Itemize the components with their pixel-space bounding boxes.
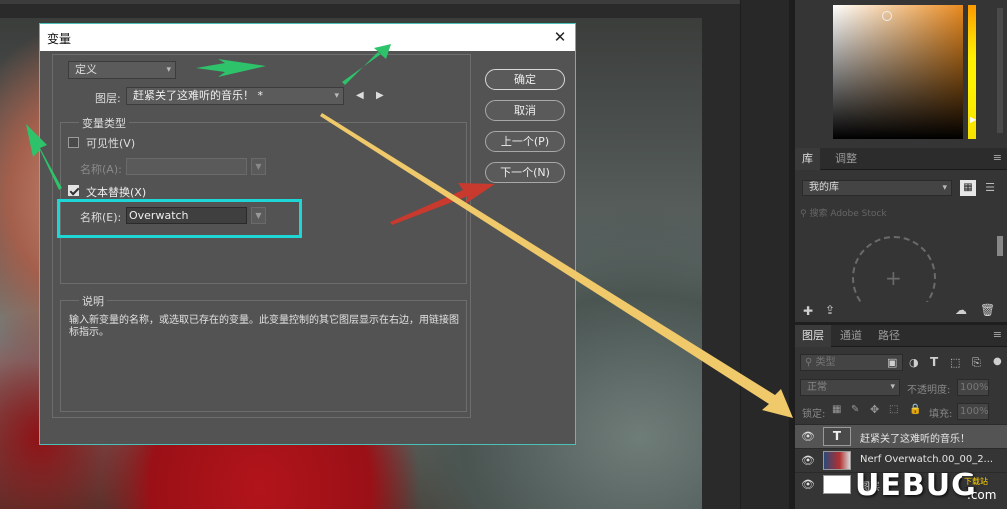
- description-text: 输入新变量的名称，或选取已存在的变量。此变量控制的其它图层显示在右边，用链接图标…: [69, 315, 459, 338]
- fill-input[interactable]: 100%: [957, 403, 989, 420]
- color-picker-cursor[interactable]: [882, 11, 892, 21]
- search-icon: ⚲: [805, 357, 816, 368]
- layer-name[interactable]: 赶紧关了这难听的音乐！: [860, 430, 970, 445]
- define-select[interactable]: 定义 ▾: [68, 61, 176, 79]
- dialog-title: 变量: [47, 32, 72, 46]
- delete-icon[interactable]: 🗑: [980, 303, 995, 317]
- add-icon[interactable]: +: [885, 266, 902, 290]
- fill-label: 填充:: [929, 409, 953, 420]
- next-button[interactable]: 下一个(N): [485, 162, 565, 183]
- cancel-button[interactable]: 取消: [485, 100, 565, 121]
- chevron-down-icon: ▾: [166, 65, 171, 75]
- list-view-icon[interactable]: ☰: [982, 180, 998, 196]
- panel-menu-icon[interactable]: ≡: [993, 328, 1002, 341]
- library-select-value: 我的库: [809, 182, 839, 193]
- name-a-input[interactable]: [126, 158, 247, 175]
- layer-name[interactable]: Nerf Overwatch.00_00_2...: [860, 454, 993, 465]
- tab-adjustments[interactable]: 调整: [828, 148, 864, 170]
- chevron-down-icon: ▾: [890, 382, 895, 392]
- previous-layer-arrow-icon[interactable]: ◀: [356, 90, 364, 101]
- previous-button[interactable]: 上一个(P): [485, 131, 565, 152]
- grid-view-icon[interactable]: ▦: [960, 180, 976, 196]
- library-search-placeholder: 搜索 Adobe Stock: [809, 209, 887, 219]
- opacity-label: 不透明度:: [907, 385, 951, 396]
- color-picker-field[interactable]: [833, 5, 963, 139]
- name-a-label: 名称(A):: [80, 163, 122, 176]
- library-select[interactable]: 我的库 ▾: [802, 180, 952, 196]
- variables-dialog: 变量 ✕ 定义 ▾ 图层: 赶紧关了这难听的音乐！ * ▾ ◀ ▶ 变量类型 可…: [39, 23, 576, 445]
- kind-filter-value: 类型: [815, 357, 836, 368]
- lock-transparent-icon[interactable]: ▦: [832, 404, 841, 415]
- layer-select-value: 赶紧关了这难听的音乐！ *: [133, 89, 263, 102]
- layer-select[interactable]: 赶紧关了这难听的音乐！ * ▾: [126, 87, 344, 105]
- smart-object-filter-icon[interactable]: ⎘: [972, 356, 981, 370]
- lock-image-icon[interactable]: ✎: [851, 404, 859, 415]
- shape-filter-icon[interactable]: ⬚: [950, 356, 960, 369]
- layer-label: 图层:: [95, 92, 121, 105]
- canvas-top-strip: [0, 0, 740, 4]
- blend-mode-value: 正常: [807, 382, 827, 393]
- tab-channels[interactable]: 通道: [833, 325, 869, 347]
- lock-label: 锁定:: [802, 409, 826, 420]
- next-layer-arrow-icon[interactable]: ▶: [376, 90, 384, 101]
- layer-thumbnail: [823, 451, 851, 470]
- dialog-titlebar: 变量 ✕: [40, 24, 575, 51]
- filter-toggle-icon[interactable]: ●: [993, 356, 1002, 367]
- type-filter-icon[interactable]: T: [930, 355, 938, 369]
- library-search[interactable]: ⚲ 搜索 Adobe Stock: [800, 206, 1004, 220]
- photoshop-window: 变量 ✕ 定义 ▾ 图层: 赶紧关了这难听的音乐！ * ▾ ◀ ▶ 变量类型 可…: [0, 0, 1007, 509]
- text-replace-label[interactable]: 文本替换(X): [86, 184, 146, 200]
- library-scrollbar[interactable]: [997, 236, 1003, 256]
- upload-icon[interactable]: ⇪: [825, 303, 835, 317]
- layer-thumbnail: [823, 475, 851, 494]
- color-panel-scrollbar[interactable]: [997, 8, 1003, 133]
- cloud-sync-icon[interactable]: ☁: [955, 303, 967, 317]
- chevron-down-icon: ▾: [942, 183, 947, 193]
- library-footer: ✚ ⇪ ☁ 🗑: [795, 302, 1007, 322]
- eye-icon[interactable]: 👁: [801, 454, 815, 467]
- define-select-value: 定义: [75, 63, 97, 76]
- lock-all-icon[interactable]: 🔒: [909, 404, 921, 415]
- eye-icon[interactable]: 👁: [801, 430, 815, 443]
- description-legend: 说明: [79, 293, 107, 309]
- adjustment-filter-icon[interactable]: ◑: [909, 356, 919, 369]
- hue-slider-marker-icon[interactable]: ▶: [970, 115, 976, 124]
- panel-menu-icon[interactable]: ≡: [993, 151, 1002, 164]
- tab-library[interactable]: 库: [795, 148, 820, 170]
- panel-dock-strip: [741, 0, 789, 509]
- ok-button[interactable]: 确定: [485, 69, 565, 90]
- add-icon[interactable]: ✚: [803, 304, 813, 318]
- lock-artboard-icon[interactable]: ⬚: [889, 404, 898, 415]
- text-replace-checkbox[interactable]: [68, 185, 79, 196]
- watermark-domain: .com: [967, 488, 997, 502]
- chevron-down-icon: ▾: [334, 91, 339, 101]
- opacity-input[interactable]: 100%: [957, 379, 989, 396]
- library-tabbar: 库 调整 ≡: [795, 148, 1007, 170]
- layers-tabbar: 图层 通道 路径 ≡: [795, 325, 1007, 347]
- eye-icon[interactable]: 👁: [801, 478, 815, 491]
- visibility-label[interactable]: 可见性(V): [86, 135, 135, 151]
- tab-layers[interactable]: 图层: [795, 325, 831, 347]
- highlight-annotation-box: [57, 199, 302, 238]
- watermark-logo: UEBUG: [855, 468, 977, 503]
- close-icon[interactable]: ✕: [549, 27, 571, 47]
- blend-mode-select[interactable]: 正常 ▾: [800, 379, 900, 396]
- tab-paths[interactable]: 路径: [871, 325, 907, 347]
- lock-position-icon[interactable]: ✥: [870, 403, 879, 416]
- chevron-down-icon[interactable]: ▼: [251, 158, 266, 175]
- watermark-sub: 下载站: [962, 476, 990, 487]
- text-layer-icon: T: [823, 427, 851, 446]
- variable-type-legend: 变量类型: [79, 115, 129, 131]
- layer-row[interactable]: 👁 T 赶紧关了这难听的音乐！: [795, 424, 1007, 448]
- image-filter-icon[interactable]: ▣: [887, 356, 897, 369]
- visibility-checkbox[interactable]: [68, 137, 79, 148]
